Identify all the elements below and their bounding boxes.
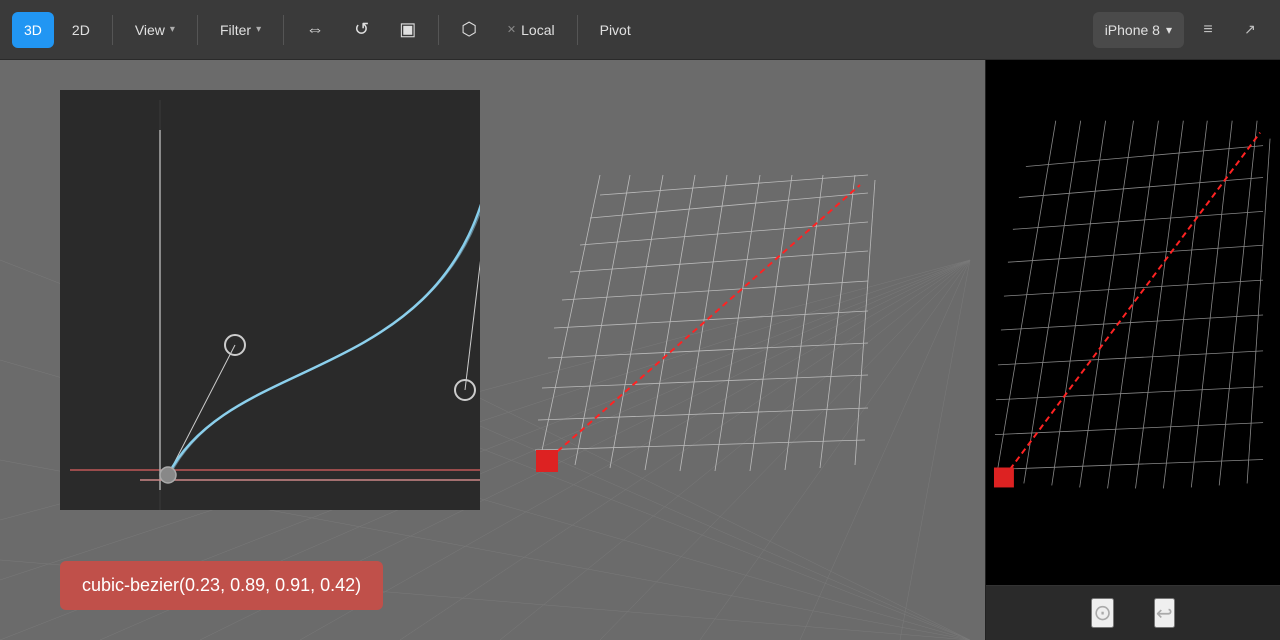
btn-move[interactable]: ⇔ xyxy=(294,12,336,48)
3d-grid-mesh xyxy=(520,160,880,480)
btn-2d[interactable]: 2D xyxy=(60,12,102,48)
viewport[interactable]: cubic-bezier(0.23, 0.89, 0.91, 0.42) xyxy=(0,60,985,640)
btn-filter[interactable]: Filter ▾ xyxy=(208,12,273,48)
main-content: cubic-bezier(0.23, 0.89, 0.91, 0.42) xyxy=(0,60,1280,640)
btn-local[interactable]: ✕ Local xyxy=(495,12,567,48)
external-link-icon: ↗ xyxy=(1244,21,1256,38)
iphone-back-button[interactable]: ↩ xyxy=(1154,598,1175,628)
back-icon: ↩ xyxy=(1156,603,1173,625)
btn-3d[interactable]: 3D xyxy=(12,12,54,48)
toolbar-right: iPhone 8 ▾ ≡ ↗ xyxy=(1093,12,1268,48)
filter-chevron-icon: ▾ xyxy=(256,24,261,35)
btn-frame[interactable]: ▣ xyxy=(387,12,428,48)
separator-2 xyxy=(197,15,198,45)
iphone-preview-svg xyxy=(986,60,1280,585)
device-dropdown[interactable]: iPhone 8 ▾ xyxy=(1093,12,1184,48)
iphone-preview-panel: ⊙ ↩ xyxy=(985,60,1280,640)
view-label: View xyxy=(135,22,165,38)
btn-refresh[interactable]: ↺ xyxy=(342,12,381,48)
close-x-icon: ✕ xyxy=(507,23,516,36)
separator-1 xyxy=(112,15,113,45)
bezier-panel[interactable] xyxy=(60,90,480,510)
btn-view[interactable]: View ▾ xyxy=(123,12,187,48)
refresh-icon: ↺ xyxy=(354,19,369,40)
btn-pivot[interactable]: Pivot xyxy=(588,12,643,48)
move-icon: ⇔ xyxy=(306,19,324,40)
local-label: Local xyxy=(521,22,554,38)
iphone-screen xyxy=(986,60,1280,585)
bezier-curve-editor xyxy=(60,90,480,510)
hamburger-icon: ≡ xyxy=(1203,21,1212,39)
device-name: iPhone 8 xyxy=(1105,22,1160,38)
cube-icon: ⬡ xyxy=(461,19,477,40)
separator-3 xyxy=(283,15,284,45)
external-link-button[interactable]: ↗ xyxy=(1232,12,1268,48)
camera-icon: ⊙ xyxy=(1093,600,1111,625)
iphone-bottom-toolbar: ⊙ ↩ xyxy=(986,585,1280,640)
bezier-formula-text: cubic-bezier(0.23, 0.89, 0.91, 0.42) xyxy=(82,575,361,595)
filter-label: Filter xyxy=(220,22,251,38)
bezier-formula-label: cubic-bezier(0.23, 0.89, 0.91, 0.42) xyxy=(60,561,383,610)
frame-icon: ▣ xyxy=(399,19,416,40)
grid-mesh-svg xyxy=(520,160,880,480)
view-chevron-icon: ▾ xyxy=(170,24,175,35)
toolbar: 3D 2D View ▾ Filter ▾ ⇔ ↺ ▣ ⬡ ✕ Local Pi… xyxy=(0,0,1280,60)
btn-cube[interactable]: ⬡ xyxy=(449,12,489,48)
separator-5 xyxy=(577,15,578,45)
separator-4 xyxy=(438,15,439,45)
hamburger-menu-button[interactable]: ≡ xyxy=(1190,12,1226,48)
device-chevron-icon: ▾ xyxy=(1166,23,1172,37)
iphone-camera-button[interactable]: ⊙ xyxy=(1091,598,1113,628)
